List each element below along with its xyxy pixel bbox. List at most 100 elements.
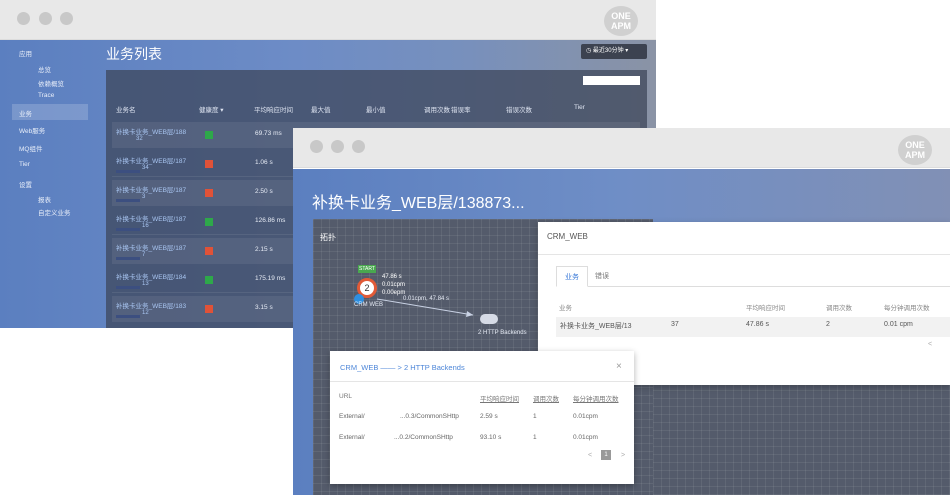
health-indicator: [205, 305, 213, 313]
modal-pager-next[interactable]: >: [621, 452, 625, 459]
sidebar-item-app[interactable]: 应用: [19, 48, 32, 58]
service-link-bar: [116, 199, 140, 202]
modal-avg-rt: 2.59 s: [480, 413, 498, 420]
sidebar-item-custom[interactable]: 自定义业务: [38, 207, 71, 217]
modal-col-cpm[interactable]: 每分钟调用次数: [573, 393, 619, 403]
oneapm-logo: ONE APM: [898, 135, 932, 165]
modal-url[interactable]: External/: [339, 434, 365, 441]
service-link[interactable]: 补换卡业务_WEB层/187: [116, 184, 186, 194]
sidebar-item-web-service[interactable]: Web服务: [19, 125, 45, 135]
modal-cpm: 0.01cpm: [573, 413, 598, 420]
cloud-icon[interactable]: [480, 314, 498, 324]
col-header-calls[interactable]: 调用次数: [424, 104, 450, 114]
front-window: ONE APM 补换卡业务_WEB层/138873... 拓扑 START 2 4…: [293, 128, 950, 495]
service-link[interactable]: 补换卡业务_WEB层/187: [116, 155, 186, 165]
sidebar-item-business[interactable]: 业务: [19, 108, 32, 118]
service-link-sub: 16: [142, 223, 149, 229]
modal-url-path: ...0.3/CommonSHttp: [400, 413, 459, 420]
health-indicator: [205, 189, 213, 197]
modal-pager-prev[interactable]: <: [588, 452, 592, 459]
service-link[interactable]: 补换卡业务_WEB层/184: [116, 271, 186, 281]
sidebar-item-tier[interactable]: Tier: [19, 161, 30, 168]
detail-col-cpm[interactable]: 每分钟调用次数: [884, 302, 930, 312]
col-header-tier[interactable]: Tier: [574, 104, 585, 111]
detail-tabs: 业务 错误: [556, 266, 950, 287]
modal-calls: 1: [533, 413, 537, 420]
service-link-sub: 3: [142, 194, 146, 200]
col-header-error-rate[interactable]: 错误率: [451, 104, 471, 114]
time-range-dropdown[interactable]: ◷ 最近30分钟 ▾: [581, 44, 647, 59]
window-close-dot[interactable]: [17, 12, 30, 25]
backend-label: 2 HTTP Backends: [478, 330, 527, 336]
window-minimize-dot[interactable]: [39, 12, 52, 25]
modal-pager-current[interactable]: 1: [601, 450, 611, 460]
detail-business-name[interactable]: 补换卡业务_WEB层/13: [560, 321, 632, 331]
search-input[interactable]: [583, 76, 640, 85]
modal-col-calls[interactable]: 调用次数: [533, 393, 559, 403]
close-icon[interactable]: ×: [616, 361, 622, 372]
service-link[interactable]: 补换卡业务_WEB层/187: [116, 213, 186, 223]
col-header-min[interactable]: 最小值: [366, 104, 386, 114]
sidebar-item-trace[interactable]: Trace: [38, 92, 54, 99]
detail-cpm: 0.01 cpm: [884, 321, 913, 328]
back-titlebar: ONE APM: [0, 0, 656, 40]
service-link[interactable]: 补换卡业务_WEB层/187: [116, 242, 186, 252]
service-link-bar: [116, 228, 140, 231]
avg-response-time: 69.73 ms: [255, 130, 282, 137]
modal-url[interactable]: External/: [339, 413, 365, 420]
window-minimize-dot[interactable]: [331, 140, 344, 153]
col-header-health[interactable]: 健康度 ▾: [199, 104, 224, 114]
detail-pager-prev[interactable]: <: [928, 341, 932, 348]
detail-col-avg-rt[interactable]: 平均响应时间: [746, 302, 785, 312]
page-title: 补换卡业务_WEB层/138873...: [312, 195, 525, 212]
modal-cpm: 0.01cpm: [573, 434, 598, 441]
health-indicator: [205, 218, 213, 226]
sidebar-item-settings[interactable]: 设置: [19, 179, 32, 189]
sidebar-item-mq[interactable]: MQ组件: [19, 143, 42, 153]
page-title: 业务列表: [106, 46, 162, 62]
avg-response-time: 175.19 ms: [255, 275, 286, 282]
health-indicator: [205, 131, 213, 139]
window-maximize-dot[interactable]: [60, 12, 73, 25]
divider: [538, 254, 950, 255]
service-link-sub: 7: [142, 252, 146, 258]
avg-response-time: 2.15 s: [255, 246, 273, 253]
col-header-error-count[interactable]: 错误次数: [506, 104, 532, 114]
avg-response-time: 2.50 s: [255, 188, 273, 195]
front-content: 补换卡业务_WEB层/138873... 拓扑 START 2 47.86 s …: [293, 169, 950, 495]
col-header-max[interactable]: 最大值: [311, 104, 331, 114]
tab-errors[interactable]: 错误: [587, 266, 617, 287]
detail-col-calls[interactable]: 调用次数: [826, 302, 852, 312]
col-header-name[interactable]: 业务名: [116, 104, 136, 114]
service-link-bar: [116, 286, 140, 289]
edge-label: 0.01cpm, 47.84 s: [403, 296, 450, 302]
service-link-sub: 12: [142, 310, 149, 316]
service-link-bar: [116, 170, 140, 173]
detail-calls: 2: [826, 321, 830, 328]
oneapm-logo: ONE APM: [604, 6, 638, 36]
sidebar-item-report[interactable]: 报表: [38, 194, 51, 204]
sidebar: 应用 总览 依赖概览 Trace 业务 Web服务 MQ组件 Tier 设置 报…: [0, 40, 100, 328]
service-link[interactable]: 补换卡业务_WEB层/183: [116, 300, 186, 310]
window-close-dot[interactable]: [310, 140, 323, 153]
health-indicator: [205, 247, 213, 255]
edge-arrow: [466, 311, 473, 317]
modal-title: CRM_WEB —— > 2 HTTP Backends: [340, 363, 465, 372]
detail-col-business[interactable]: 业务: [559, 302, 572, 312]
divider: [330, 381, 634, 382]
health-indicator: [205, 276, 213, 284]
front-titlebar: ONE APM: [293, 128, 950, 168]
modal-url-path: ...0.2/CommonSHttp: [394, 434, 453, 441]
detail-avg-rt: 47.86 s: [746, 321, 769, 328]
modal-col-url[interactable]: URL: [339, 393, 352, 400]
health-indicator: [205, 160, 213, 168]
sidebar-item-overview[interactable]: 总览: [38, 64, 51, 74]
service-link[interactable]: 补换卡业务_WEB层/188: [116, 126, 186, 136]
tab-business[interactable]: 业务: [556, 266, 588, 287]
service-link-bar: [116, 257, 140, 260]
window-maximize-dot[interactable]: [352, 140, 365, 153]
col-header-avg-rt[interactable]: 平均响应时间: [254, 104, 293, 114]
avg-response-time: 126.86 ms: [255, 217, 286, 224]
modal-col-avg-rt[interactable]: 平均响应时间: [480, 393, 519, 403]
sidebar-item-dependency[interactable]: 依赖概览: [38, 78, 64, 88]
